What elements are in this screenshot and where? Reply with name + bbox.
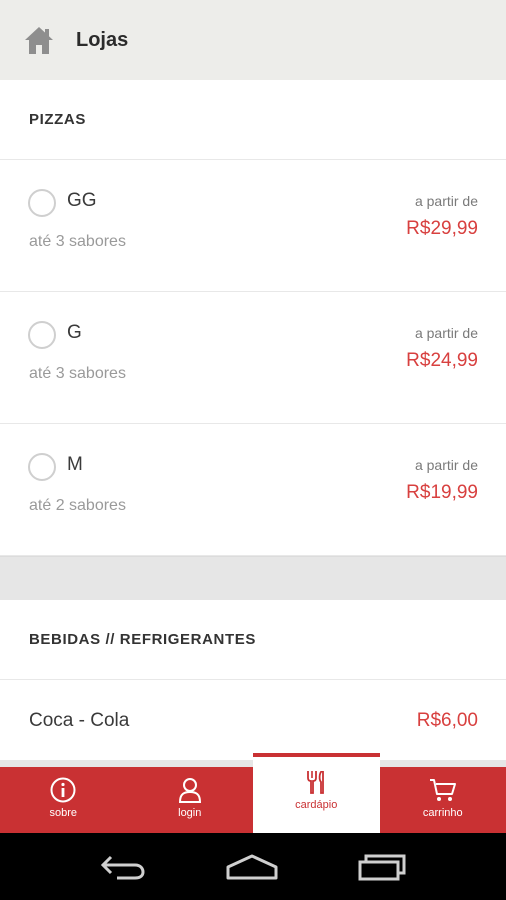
pizza-size: G: [67, 322, 82, 343]
recents-icon[interactable]: [357, 853, 407, 881]
pizza-price: R$19,99: [406, 482, 478, 503]
home-nav-icon[interactable]: [225, 853, 279, 881]
radio-button[interactable]: [28, 453, 56, 481]
pizza-price: R$29,99: [406, 218, 478, 239]
nav-item-cardapio[interactable]: cardápio: [253, 753, 380, 833]
section-divider: [0, 556, 506, 600]
pizza-flavors: até 3 sabores: [29, 365, 126, 382]
user-icon: [178, 778, 201, 803]
utensils-icon: [307, 770, 325, 794]
menu-content: PIZZAS GG até 3 sabores a partir de R$29…: [0, 80, 506, 760]
pizza-price: R$24,99: [406, 350, 478, 371]
home-icon: [25, 27, 53, 54]
price-from-label: a partir de: [414, 325, 478, 341]
home-button[interactable]: [0, 0, 76, 80]
nav-label: login: [178, 807, 202, 819]
nav-item-sobre[interactable]: sobre: [0, 767, 127, 833]
pizza-size: GG: [67, 190, 97, 211]
section-header-pizzas: PIZZAS: [0, 80, 506, 160]
drink-price: R$6,00: [416, 710, 478, 731]
radio-button[interactable]: [28, 321, 56, 349]
nav-label: carrinho: [422, 807, 463, 819]
system-nav-bar: [0, 833, 506, 900]
price-from-label: a partir de: [414, 457, 478, 473]
pizza-size: M: [67, 454, 83, 475]
bottom-nav: sobre login cardápio carrinho: [0, 753, 506, 833]
info-icon: [50, 777, 76, 803]
pizza-option-m[interactable]: M até 2 sabores a partir de R$19,99: [0, 424, 506, 556]
nav-label: cardápio: [295, 799, 338, 811]
section-header-drinks: BEBIDAS // REFRIGERANTES: [0, 600, 506, 680]
nav-item-login[interactable]: login: [127, 767, 254, 833]
pizza-flavors: até 2 sabores: [29, 497, 126, 514]
drink-item-coca-cola[interactable]: Coca - Cola R$6,00: [0, 680, 506, 760]
page-title: Lojas: [76, 28, 129, 51]
back-icon[interactable]: [99, 853, 147, 881]
nav-label: sobre: [49, 807, 78, 819]
drink-name: Coca - Cola: [29, 710, 130, 731]
pizza-flavors: até 3 sabores: [29, 233, 126, 250]
cart-icon: [429, 779, 456, 801]
price-from-label: a partir de: [414, 193, 478, 209]
radio-button[interactable]: [28, 189, 56, 217]
nav-item-carrinho[interactable]: carrinho: [380, 767, 506, 833]
pizza-option-g[interactable]: G até 3 sabores a partir de R$24,99: [0, 292, 506, 424]
top-bar: Lojas: [0, 0, 506, 80]
pizza-option-gg[interactable]: GG até 3 sabores a partir de R$29,99: [0, 160, 506, 292]
